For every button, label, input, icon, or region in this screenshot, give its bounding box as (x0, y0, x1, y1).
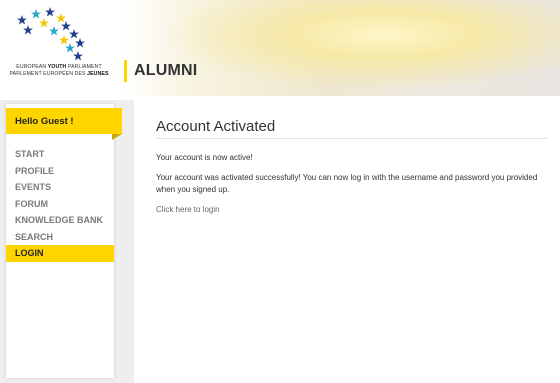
login-link[interactable]: Click here to login (156, 205, 220, 214)
sidebar-nav: START PROFILE EVENTS FORUM KNOWLEDGE BAN… (6, 146, 114, 262)
header: EUROPEAN YOUTH PARLIAMENT PARLEMENT EURO… (0, 0, 560, 100)
sidebar-item-knowledge-bank[interactable]: KNOWLEDGE BANK (6, 212, 114, 229)
sidebar-item-profile[interactable]: PROFILE (6, 163, 114, 180)
eyp-logo-text: EUROPEAN YOUTH PARLIAMENT PARLEMENT EURO… (0, 64, 118, 78)
sidebar-item-events[interactable]: EVENTS (6, 179, 114, 196)
sidebar-item-search[interactable]: SEARCH (6, 229, 114, 246)
title-divider (156, 138, 548, 139)
activation-message: Your account was activated successfully!… (156, 173, 538, 194)
logo-line-1: EUROPEAN YOUTH PARLIAMENT (16, 64, 102, 70)
greeting-banner-fold (112, 134, 122, 140)
section-title: ALUMNI (134, 62, 198, 79)
header-background (120, 0, 560, 100)
sidebar: Hello Guest ! START PROFILE EVENTS FORUM… (6, 104, 122, 378)
greeting-banner: Hello Guest ! (6, 108, 122, 134)
logo-line-2: PARLEMENT EUROPÉEN DES JEUNES (9, 71, 109, 77)
main-content: Account Activated Your account is now ac… (134, 96, 560, 383)
sidebar-item-start[interactable]: START (6, 146, 114, 163)
status-text: Your account is now active! (156, 153, 253, 162)
sidebar-item-forum[interactable]: FORUM (6, 196, 114, 213)
alumni-accent-bar (124, 60, 127, 82)
page-title: Account Activated (156, 118, 276, 135)
sidebar-item-login[interactable]: LOGIN (6, 245, 114, 262)
eyp-logo-stars-icon (17, 7, 85, 61)
